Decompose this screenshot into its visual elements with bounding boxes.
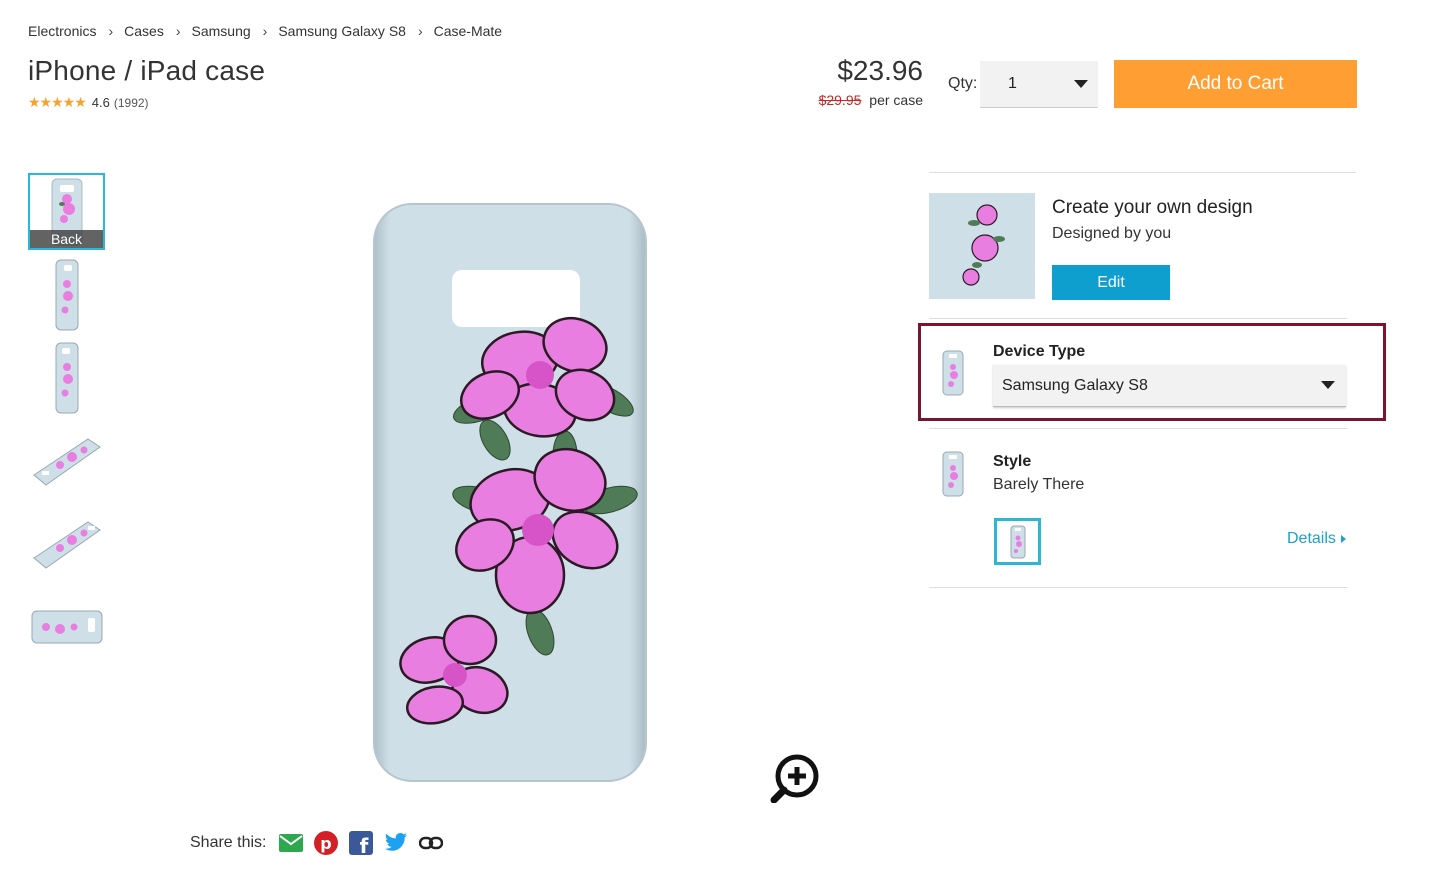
- price-unit: per case: [869, 92, 923, 108]
- old-price: $29.95: [818, 92, 862, 108]
- breadcrumb-samsung[interactable]: Samsung: [192, 23, 251, 39]
- product-main-image[interactable]: [370, 200, 650, 785]
- share-bar: Share this: p f: [190, 830, 453, 855]
- style-value: Barely There: [993, 476, 1085, 493]
- rating-score: 4.6: [91, 95, 110, 110]
- divider: [929, 428, 1347, 429]
- thumbnail-side-right[interactable]: [28, 256, 105, 333]
- price-details: $29.95 per case: [760, 92, 923, 108]
- add-to-cart-button[interactable]: Add to Cart: [1114, 60, 1357, 108]
- email-icon[interactable]: [278, 830, 303, 855]
- style-option-image: [1010, 525, 1025, 558]
- caret-down-icon: [1074, 80, 1088, 88]
- style-label: Style: [993, 453, 1032, 470]
- thumbnail-back[interactable]: Back: [28, 173, 105, 250]
- thumbnail-angled-2[interactable]: [28, 505, 105, 582]
- device-type-label: Device Type: [993, 343, 1086, 360]
- phone-case-image: [373, 203, 647, 782]
- thumbnail-side-left[interactable]: [28, 339, 105, 416]
- case-side-thumbnail-image: [55, 259, 78, 330]
- design-title: Create your own design: [1052, 197, 1253, 218]
- design-preview-image[interactable]: [929, 193, 1035, 299]
- details-label: Details: [1287, 530, 1336, 547]
- divider: [929, 587, 1347, 588]
- quantity-select[interactable]: 1: [980, 61, 1098, 108]
- device-type-select[interactable]: Samsung Galaxy S8: [993, 365, 1346, 407]
- chevron-right-icon: ›: [175, 23, 181, 39]
- facebook-icon[interactable]: f: [348, 830, 373, 855]
- qty-label: Qty:: [948, 75, 978, 92]
- twitter-icon[interactable]: [383, 830, 408, 855]
- current-price: $23.96: [837, 55, 923, 86]
- chevron-right-icon: ›: [262, 23, 268, 39]
- pinterest-icon[interactable]: p: [313, 830, 338, 855]
- case-flat-thumbnail-image: [31, 610, 102, 643]
- breadcrumb-case-mate[interactable]: Case-Mate: [434, 23, 502, 39]
- thumbnail-flat[interactable]: [28, 588, 105, 665]
- design-subtitle: Designed by you: [1052, 225, 1172, 242]
- flower-design-image: [962, 204, 1005, 286]
- product-rating[interactable]: ★★★★★ 4.6 (1992): [28, 94, 149, 111]
- thumbnail-angled-1[interactable]: [28, 422, 105, 499]
- link-icon[interactable]: [418, 830, 443, 855]
- details-link[interactable]: Details: [1287, 530, 1346, 548]
- breadcrumb-samsung-galaxy-s8[interactable]: Samsung Galaxy S8: [278, 23, 406, 39]
- breadcrumb-cases[interactable]: Cases: [124, 23, 164, 39]
- case-angled-thumbnail-image: [32, 437, 101, 486]
- device-thumbnail-image: [940, 349, 966, 397]
- quantity-value: 1: [1008, 75, 1017, 92]
- page-title: iPhone / iPad case: [28, 55, 266, 86]
- breadcrumb: Electronics › Cases › Samsung › Samsung …: [28, 23, 502, 39]
- review-count: (1992): [113, 95, 149, 110]
- caret-down-icon: [1321, 381, 1335, 389]
- caret-right-icon: [1340, 535, 1346, 543]
- device-type-value: Samsung Galaxy S8: [1002, 376, 1148, 394]
- divider: [929, 318, 1347, 319]
- breadcrumb-electronics[interactable]: Electronics: [28, 23, 96, 39]
- case-angled-thumbnail-image: [32, 520, 101, 569]
- edit-button[interactable]: Edit: [1052, 265, 1170, 300]
- svg-text:f: f: [360, 834, 369, 855]
- divider: [929, 172, 1356, 173]
- zoom-in-icon[interactable]: [770, 753, 820, 804]
- chevron-right-icon: ›: [108, 23, 114, 39]
- style-option-barely-there[interactable]: [994, 518, 1041, 565]
- share-label: Share this:: [190, 833, 267, 851]
- case-side-thumbnail-image: [55, 342, 78, 413]
- svg-text:p: p: [320, 834, 331, 853]
- style-thumbnail-image: [940, 450, 966, 498]
- thumbnail-back-label: Back: [30, 230, 103, 248]
- star-rating-icon: ★★★★★: [28, 94, 87, 110]
- chevron-right-icon: ›: [417, 23, 423, 39]
